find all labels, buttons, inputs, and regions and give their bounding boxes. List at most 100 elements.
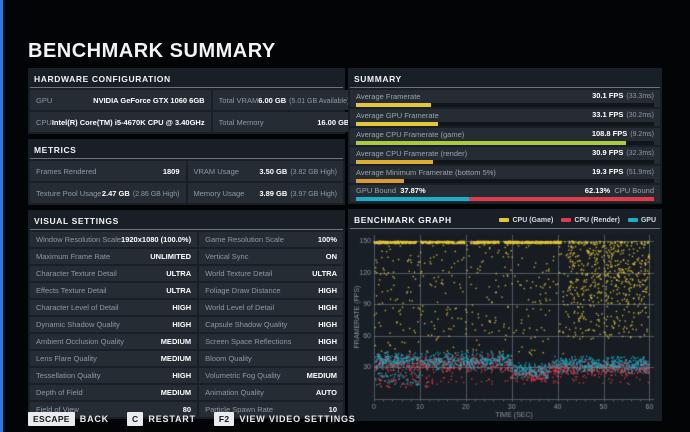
metrics-grid: Frames Rendered 1809 VRAM Usage3.50 GB(3.8… [30, 161, 343, 203]
setting-row: Screen Space Reflections HIGH [199, 334, 343, 349]
setting-row: Maximum Frame Rate UNLIMITED [30, 249, 197, 264]
setting-row: Tessellation QualityHIGH [30, 368, 197, 383]
summary-row-label: Average Minimum Framerate (bottom 5%) [356, 169, 496, 177]
summary-bar-fill [356, 141, 626, 145]
setting-row: Foliage Draw DistanceHIGH [199, 283, 343, 298]
bound-row: GPU Bound 37.87% 62.13% CPU Bound [350, 185, 660, 202]
setting-label: Volumetric Fog Quality [205, 371, 280, 380]
gpu-bound-bar [356, 197, 469, 201]
cpu-bound-label: CPU Bound [614, 186, 654, 195]
footer-button-restart[interactable]: CRESTART [127, 412, 196, 426]
left-edge-stripe [0, 0, 3, 432]
summary-row-label: Average CPU Framerate (render) [356, 150, 467, 158]
summary-bar-track [356, 179, 654, 183]
setting-label: Memory Usage [194, 189, 245, 198]
setting-row: Volumetric Fog Quality MEDIUM [199, 368, 343, 383]
setting-value: Intel(R) Core(TM) i5-4670K CPU @ 3.40GHz [52, 118, 205, 127]
setting-value: 1809 [163, 167, 180, 176]
legend-label: CPU (Game) [512, 217, 553, 224]
setting-value: 16.00 GB [317, 118, 349, 127]
setting-label: Frames Rendered [36, 167, 96, 176]
summary-row-ms: (51.9ms) [626, 169, 654, 176]
summary-bar-track [356, 160, 654, 164]
setting-label: Depth of Field [36, 388, 83, 397]
setting-label: Window Resolution Scale [36, 235, 121, 244]
summary-header: SUMMARY [350, 70, 660, 88]
setting-label: Effects Texture Detail [36, 286, 107, 295]
footer-keybar: ESCAPEBACK CRESTART F2VIEW VIDEO SETTINGS [28, 412, 356, 426]
setting-value-extra: (5.01 GB Available) [289, 98, 349, 105]
summary-bar-fill [356, 103, 431, 107]
cpu-bound-bar [469, 197, 654, 201]
metrics-panel: METRICS Frames Rendered1809VRAM Usage3.5… [28, 139, 345, 205]
summary-bar-track [356, 103, 654, 107]
key-badge: ESCAPE [28, 412, 75, 426]
summary-row-fps: 33.1 FPS(30.2ms) [592, 111, 654, 120]
key-badge: F2 [214, 412, 235, 426]
summary-row: Average CPU Framerate (game)108.8 FPS(9.… [350, 128, 660, 145]
setting-label: Screen Space Reflections [205, 337, 291, 346]
setting-row: Character Texture DetailULTRA [30, 266, 197, 281]
setting-value: AUTO [316, 388, 337, 397]
setting-row: Animation QualityAUTO [199, 385, 343, 400]
setting-label: Character Level of Detail [36, 303, 119, 312]
setting-label: Total VRAM [219, 96, 259, 105]
setting-value: 100% [318, 235, 337, 244]
summary-row-fps: 30.1 FPS(33.3ms) [592, 92, 654, 101]
setting-value: MEDIUM [161, 388, 191, 397]
legend-item: GPU [628, 217, 656, 224]
legend-swatch [499, 218, 509, 222]
setting-label: Bloom Quality [205, 354, 252, 363]
summary-row-fps: 30.9 FPS(32.3ms) [592, 149, 654, 158]
setting-row: Capsule Shadow QualityHIGH [199, 317, 343, 332]
summary-bar-fill [356, 179, 404, 183]
summary-row-ms: (33.3ms) [626, 93, 654, 100]
setting-label: Maximum Frame Rate [36, 252, 110, 261]
visual-settings-panel: VISUAL SETTINGS Window Resolution Scale1… [28, 210, 345, 419]
setting-row: Total VRAM6.00 GB(5.01 GB Available) [213, 90, 356, 110]
summary-bar-track [356, 141, 654, 145]
setting-label: Capsule Shadow Quality [205, 320, 287, 329]
summary-bar-fill [356, 160, 433, 164]
summary-row-ms: (9.2ms) [630, 131, 654, 138]
summary-bar-fill [356, 122, 438, 126]
setting-row: Bloom QualityHIGH [199, 351, 343, 366]
setting-row: VRAM Usage3.50 GB(3.82 GB High) [188, 161, 344, 181]
setting-row: World Level of DetailHIGH [199, 300, 343, 315]
setting-value: HIGH [318, 286, 337, 295]
hardware-configuration-grid: GPUNVIDIA GeForce GTX 1060 6GBTotal VRAM… [30, 90, 343, 132]
summary-row: Average GPU Framerate33.1 FPS(30.2ms) [350, 109, 660, 126]
setting-value: MEDIUM [161, 354, 191, 363]
summary-row-fps: 19.3 FPS(51.9ms) [592, 168, 654, 177]
cpu-bound-value: 62.13% [585, 186, 610, 195]
setting-value: MEDIUM [307, 371, 337, 380]
setting-label: Lens Flare Quality [36, 354, 97, 363]
setting-label: Ambient Occlusion Quality [36, 337, 124, 346]
setting-row: Depth of Field MEDIUM [30, 385, 197, 400]
setting-label: Game Resolution Scale [205, 235, 284, 244]
legend-label: CPU (Render) [574, 217, 620, 224]
legend-label: GPU [641, 217, 656, 224]
setting-value: ULTRA [166, 269, 191, 278]
setting-label: Vertical Sync [205, 252, 248, 261]
setting-label: GPU [36, 96, 52, 105]
setting-row: Total Memory16.00 GB [213, 112, 356, 132]
summary-row-label: Average Framerate [356, 93, 420, 101]
footer-button-view-video-settings[interactable]: F2VIEW VIDEO SETTINGS [214, 412, 356, 426]
setting-value: ULTRA [166, 286, 191, 295]
setting-label: World Texture Detail [205, 269, 272, 278]
setting-value: 3.50 GB(3.82 GB High) [259, 167, 337, 176]
key-badge: C [127, 412, 143, 426]
setting-value: HIGH [318, 337, 337, 346]
benchmark-graph-panel: BENCHMARK GRAPH CPU (Game)CPU (Render)GP… [348, 209, 662, 421]
setting-value: UNLIMITED [150, 252, 191, 261]
legend-item: CPU (Game) [499, 217, 553, 224]
setting-value-extra: (3.97 GB High) [290, 191, 337, 198]
setting-value: HIGH [318, 303, 337, 312]
gpu-bound-value: 37.87% [400, 186, 425, 195]
setting-value: 6.00 GB(5.01 GB Available) [258, 96, 349, 105]
footer-button-back[interactable]: ESCAPEBACK [28, 412, 109, 426]
graph-legend: CPU (Game) CPU (Render) GPU [499, 217, 656, 224]
setting-label: Texture Pool Usage [36, 189, 101, 198]
summary-row: Average Minimum Framerate (bottom 5%) 19.… [350, 166, 660, 183]
